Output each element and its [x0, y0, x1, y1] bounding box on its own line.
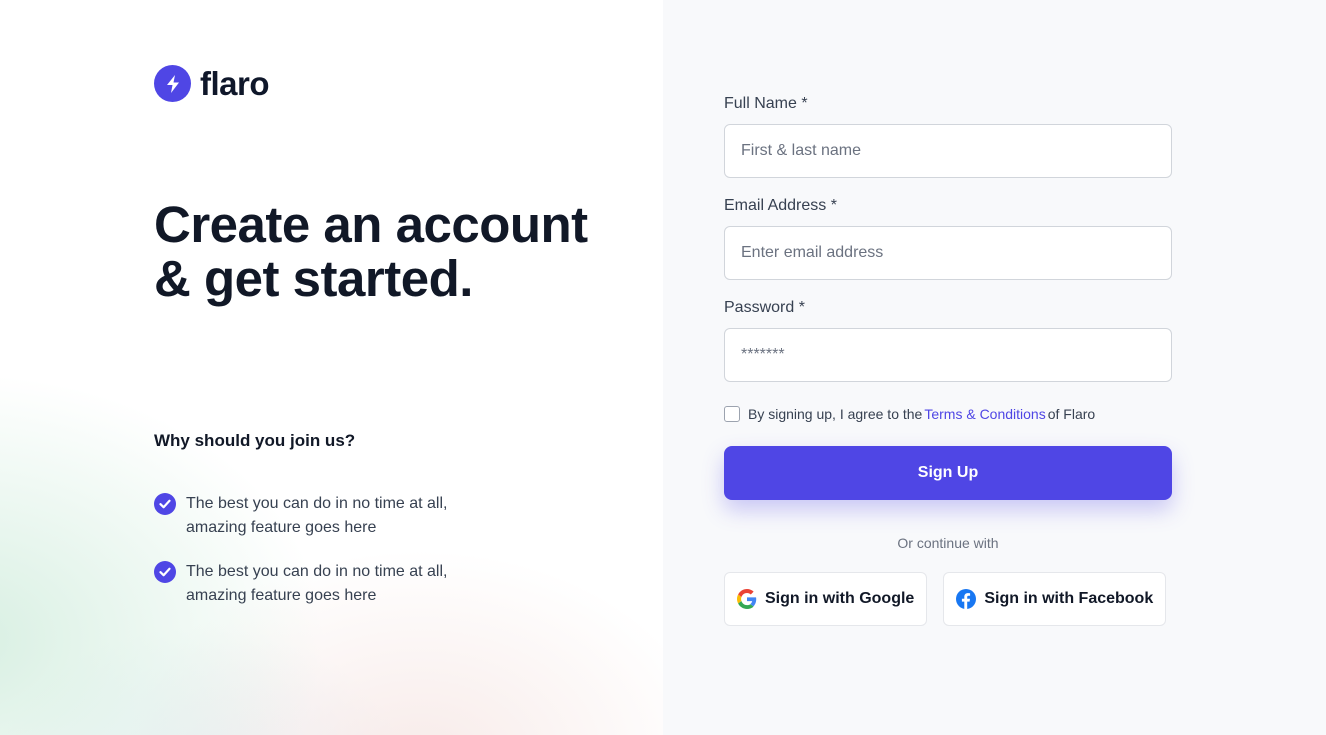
feature-item: The best you can do in no time at all, a…: [154, 492, 474, 540]
terms-prefix: By signing up, I agree to the: [748, 406, 923, 422]
email-input[interactable]: [724, 226, 1172, 280]
why-join-heading: Why should you join us?: [154, 431, 356, 450]
lightning-bolt-icon: [154, 65, 191, 102]
brand-logo[interactable]: flaro: [154, 65, 270, 102]
page-headline: Create an account & get started.: [154, 196, 588, 307]
feature-text: The best you can do in no time at all, a…: [186, 495, 448, 536]
feature-text: The best you can do in no time at all, a…: [186, 563, 448, 604]
full-name-label: Full Name *: [724, 95, 808, 112]
divider-text: Or continue with: [897, 535, 999, 551]
feature-list: The best you can do in no time at all, a…: [154, 492, 474, 628]
check-circle-icon: [154, 561, 176, 583]
brand-name: flaro: [200, 65, 270, 102]
full-name-input[interactable]: [724, 124, 1172, 178]
facebook-button-label: Sign in with Facebook: [984, 590, 1154, 607]
signup-form: Full Name * Email Address * Password * B…: [724, 94, 1172, 626]
terms-suffix: of Flaro: [1047, 406, 1096, 422]
facebook-icon: [956, 589, 977, 609]
terms-row: By signing up, I agree to the Terms & Co…: [724, 402, 1172, 426]
google-sign-in-button[interactable]: Sign in with Google: [724, 572, 928, 626]
password-label: Password *: [724, 299, 805, 316]
terms-link[interactable]: Terms & Conditions: [924, 406, 1045, 422]
email-label: Email Address *: [724, 197, 837, 214]
google-button-label: Sign in with Google: [765, 590, 915, 607]
left-panel: flaro Create an account & get started. W…: [0, 0, 663, 735]
password-input[interactable]: [724, 328, 1172, 382]
facebook-sign-in-button[interactable]: Sign in with Facebook: [943, 572, 1167, 626]
social-login-row: Sign in with Google Sign in with Faceboo…: [724, 572, 1172, 626]
terms-checkbox[interactable]: [724, 406, 740, 422]
feature-item: The best you can do in no time at all, a…: [154, 560, 474, 608]
check-circle-icon: [154, 493, 176, 515]
sign-up-button[interactable]: Sign Up: [724, 446, 1172, 500]
google-icon: [737, 589, 757, 609]
